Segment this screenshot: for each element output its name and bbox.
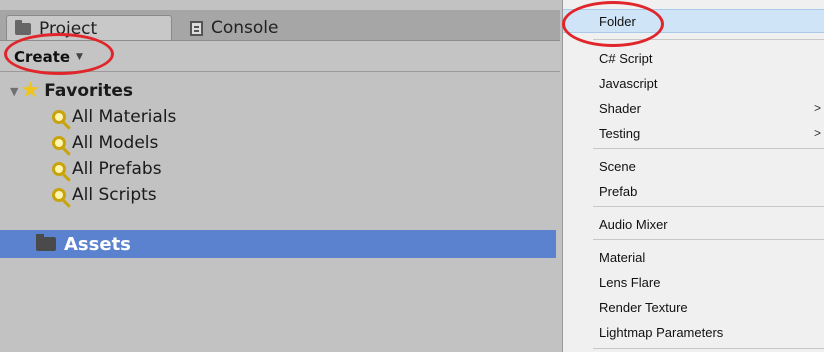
folder-icon — [15, 19, 31, 35]
console-icon — [190, 20, 203, 36]
menu-item-label: Scene — [599, 158, 636, 174]
menu-item-shader[interactable]: Shader > — [563, 96, 824, 120]
menu-item-label: Shader — [599, 100, 641, 116]
tab-console[interactable]: Console — [184, 15, 350, 41]
menu-item-label: Prefab — [599, 183, 638, 199]
menu-item-label: Lightmap Parameters — [599, 324, 724, 340]
project-panel: Project Console Create ▼ ▼ ★ Favorites A… — [0, 0, 560, 352]
favorite-item-label: All Prefabs — [72, 159, 162, 179]
menu-item-lens-flare[interactable]: Lens Flare — [563, 270, 824, 294]
menu-separator — [593, 239, 824, 240]
menu-item-csharp-script[interactable]: C# Script — [563, 46, 824, 70]
favorite-item-label: All Scripts — [72, 185, 157, 205]
favorites-label: Favorites — [44, 81, 134, 101]
create-button-label: Create — [14, 48, 71, 66]
favorite-item-all-materials[interactable]: All Materials — [0, 104, 560, 130]
favorite-item-label: All Materials — [72, 107, 177, 127]
assets-folder[interactable]: Assets — [0, 230, 556, 258]
project-toolbar: Create ▼ — [0, 40, 560, 72]
search-icon — [52, 162, 66, 176]
menu-separator — [593, 348, 824, 349]
menu-item-prefab[interactable]: Prefab — [563, 179, 824, 203]
foldout-arrow-icon[interactable]: ▼ — [10, 85, 18, 98]
menu-separator — [593, 39, 824, 40]
tab-project[interactable]: Project — [6, 15, 172, 41]
menu-item-label: Audio Mixer — [599, 216, 668, 232]
menu-item-label: C# Script — [599, 50, 653, 66]
search-icon — [52, 110, 66, 124]
search-icon — [52, 188, 66, 202]
tab-project-label: Project — [39, 18, 98, 39]
favorites-folder[interactable]: ▼ ★ Favorites — [0, 78, 560, 104]
submenu-arrow-icon: > — [813, 126, 821, 140]
menu-separator — [593, 148, 824, 149]
menu-separator — [593, 206, 824, 207]
menu-item-label: Javascript — [599, 75, 658, 91]
menu-item-label: Lens Flare — [599, 274, 661, 290]
favorite-item-all-scripts[interactable]: All Scripts — [0, 182, 560, 208]
menu-item-label: Testing — [599, 125, 641, 141]
submenu-arrow-icon: > — [813, 101, 821, 115]
favorite-item-all-prefabs[interactable]: All Prefabs — [0, 156, 560, 182]
menu-item-label: Folder — [599, 13, 636, 29]
menu-item-testing[interactable]: Testing > — [563, 121, 824, 145]
menu-item-scene[interactable]: Scene — [563, 154, 824, 178]
tab-console-label: Console — [211, 18, 279, 38]
assets-label: Assets — [64, 233, 131, 255]
menu-item-audio-mixer[interactable]: Audio Mixer — [563, 212, 824, 236]
create-menu: Folder C# Script Javascript Shader > Tes… — [562, 0, 824, 352]
menu-item-render-texture[interactable]: Render Texture — [563, 295, 824, 319]
menu-item-label: Material — [599, 249, 646, 265]
menu-item-material[interactable]: Material — [563, 245, 824, 269]
folder-icon — [36, 234, 56, 251]
tab-bar: Project Console — [0, 10, 560, 41]
star-icon: ★ — [20, 78, 41, 103]
favorite-item-label: All Models — [72, 133, 159, 153]
create-button[interactable]: Create ▼ — [14, 46, 83, 68]
menu-item-label: Render Texture — [599, 299, 688, 315]
menu-item-folder[interactable]: Folder — [563, 9, 824, 33]
menu-item-lightmap-parameters[interactable]: Lightmap Parameters — [563, 320, 824, 344]
favorite-item-all-models[interactable]: All Models — [0, 130, 560, 156]
dropdown-caret-icon: ▼ — [76, 52, 83, 62]
menu-item-javascript[interactable]: Javascript — [563, 71, 824, 95]
search-icon — [52, 136, 66, 150]
